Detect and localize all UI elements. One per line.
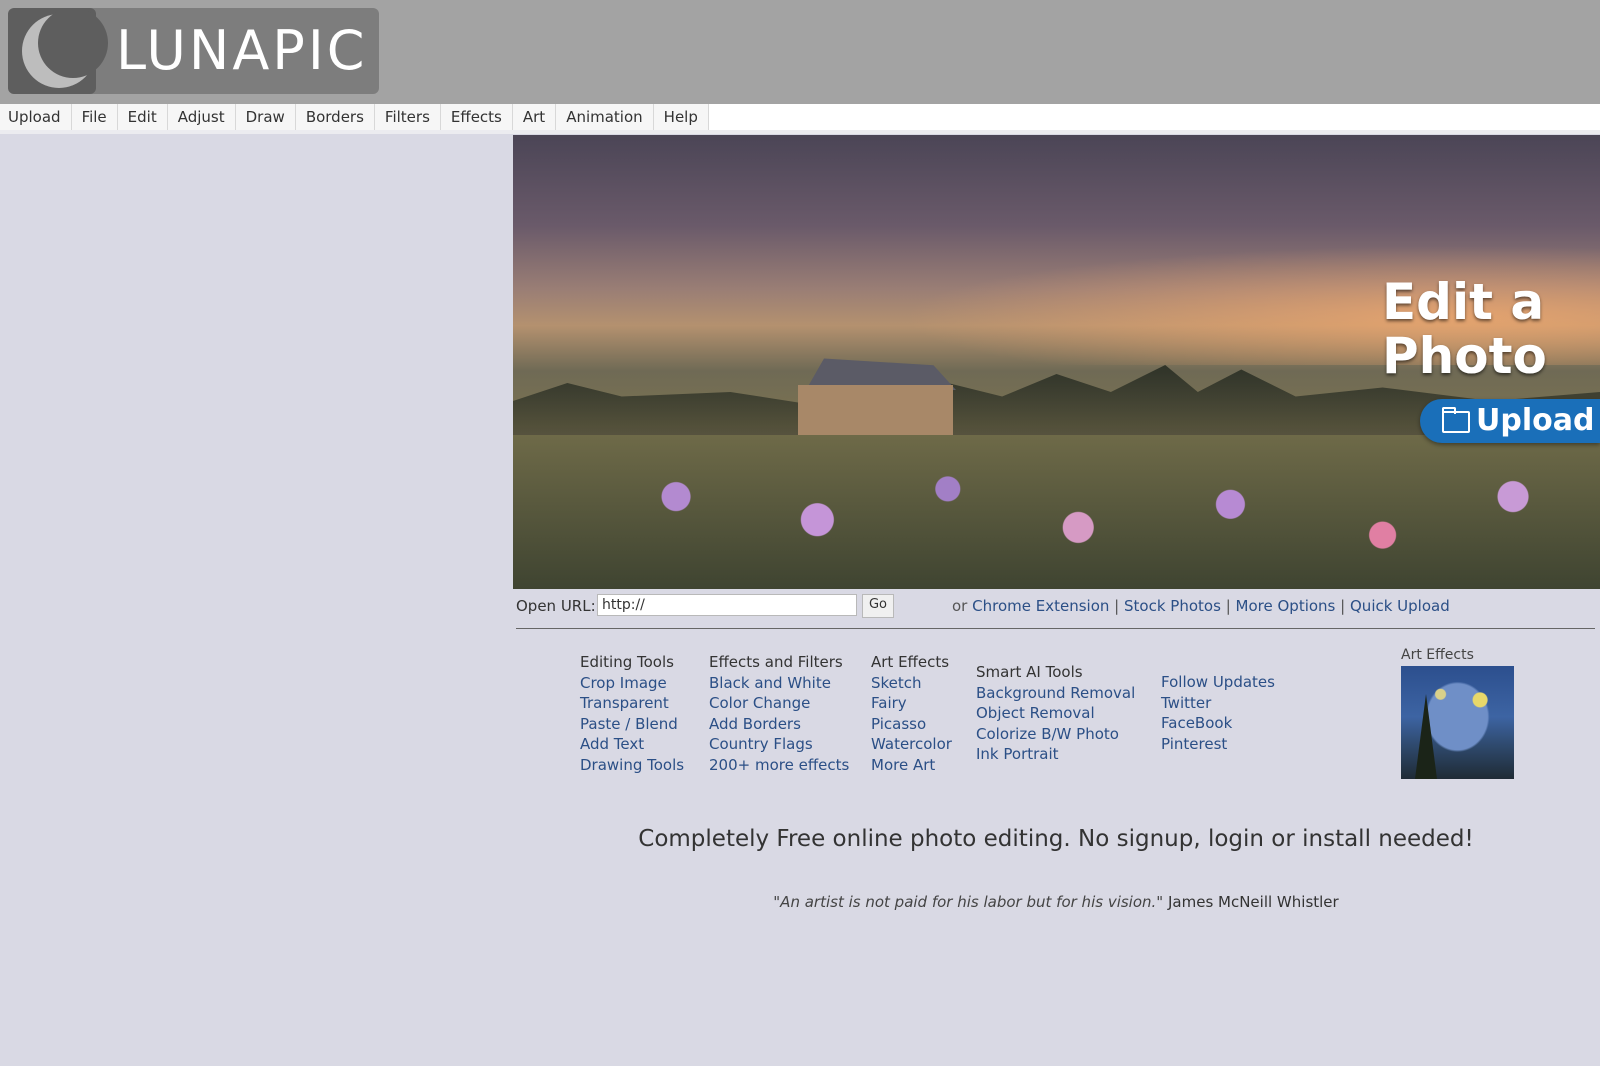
follow-updates-link[interactable]: Follow Updates bbox=[1161, 672, 1275, 693]
menu-upload[interactable]: Upload bbox=[0, 104, 72, 130]
open-url-label: Open URL: bbox=[516, 597, 596, 615]
extra-links: or Chrome Extension | Stock Photos | Mor… bbox=[952, 597, 1450, 615]
menu-file[interactable]: File bbox=[72, 104, 118, 130]
drawing-tools-link[interactable]: Drawing Tools bbox=[580, 755, 684, 776]
menu-effects[interactable]: Effects bbox=[441, 104, 513, 130]
open-url-bar: Open URL: Go or Chrome Extension | Stock… bbox=[516, 594, 1596, 618]
facebook-link[interactable]: FaceBook bbox=[1161, 713, 1275, 734]
menu-draw[interactable]: Draw bbox=[236, 104, 296, 130]
menu-bar: Upload File Edit Adjust Draw Borders Fil… bbox=[0, 104, 1600, 134]
more-effects-link[interactable]: 200+ more effects bbox=[709, 755, 849, 776]
hero-church-image bbox=[798, 345, 956, 445]
add-borders-link[interactable]: Add Borders bbox=[709, 714, 849, 735]
social-column: Follow Updates Twitter FaceBook Pinteres… bbox=[1161, 672, 1275, 754]
smart-ai-tools-column: Smart AI Tools Background Removal Object… bbox=[976, 662, 1135, 765]
hero-title: Edit a Photo bbox=[1382, 275, 1562, 383]
menu-filters[interactable]: Filters bbox=[375, 104, 441, 130]
color-change-link[interactable]: Color Change bbox=[709, 693, 849, 714]
logo-text: LUNAPIC bbox=[116, 19, 368, 82]
pinterest-link[interactable]: Pinterest bbox=[1161, 734, 1275, 755]
column-heading: Art Effects bbox=[871, 653, 950, 671]
twitter-link[interactable]: Twitter bbox=[1161, 693, 1275, 714]
upload-button[interactable]: Upload bbox=[1420, 399, 1600, 443]
editing-tools-column: Editing Tools Crop Image Transparent Pas… bbox=[580, 652, 684, 775]
stock-photos-link[interactable]: Stock Photos bbox=[1124, 597, 1221, 615]
country-flags-link[interactable]: Country Flags bbox=[709, 734, 849, 755]
add-text-link[interactable]: Add Text bbox=[580, 734, 684, 755]
column-heading: Smart AI Tools bbox=[976, 663, 1083, 681]
effects-filters-column: Effects and Filters Black and White Colo… bbox=[709, 652, 849, 775]
lunapic-logo[interactable]: LUNAPIC bbox=[8, 8, 379, 94]
hero-banner: Edit a Photo Upload bbox=[513, 135, 1600, 589]
quick-upload-link[interactable]: Quick Upload bbox=[1350, 597, 1450, 615]
menu-help[interactable]: Help bbox=[654, 104, 709, 130]
menu-art[interactable]: Art bbox=[513, 104, 557, 130]
art-effects-column: Art Effects Sketch Fairy Picasso Waterco… bbox=[871, 652, 952, 775]
moon-logo-icon bbox=[8, 8, 108, 94]
black-and-white-link[interactable]: Black and White bbox=[709, 673, 849, 694]
link-separator: | bbox=[1225, 597, 1231, 615]
background-removal-link[interactable]: Background Removal bbox=[976, 683, 1135, 704]
starry-night-thumbnail[interactable] bbox=[1401, 666, 1514, 779]
paste-blend-link[interactable]: Paste / Blend bbox=[580, 714, 684, 735]
ink-portrait-link[interactable]: Ink Portrait bbox=[976, 744, 1135, 765]
folder-icon bbox=[1442, 407, 1470, 433]
main-menu: Upload File Edit Adjust Draw Borders Fil… bbox=[0, 104, 709, 130]
object-removal-link[interactable]: Object Removal bbox=[976, 703, 1135, 724]
section-divider bbox=[516, 628, 1595, 629]
crop-image-link[interactable]: Crop Image bbox=[580, 673, 684, 694]
tagline: Completely Free online photo editing. No… bbox=[638, 826, 1474, 852]
quote: "An artist is not paid for his labor but… bbox=[516, 893, 1596, 911]
upload-button-label: Upload bbox=[1476, 403, 1595, 438]
hero-lupin-field bbox=[513, 435, 1600, 589]
top-header: LUNAPIC bbox=[0, 0, 1600, 106]
picasso-link[interactable]: Picasso bbox=[871, 714, 952, 735]
colorize-link[interactable]: Colorize B/W Photo bbox=[976, 724, 1135, 745]
link-separator: | bbox=[1340, 597, 1346, 615]
menu-borders[interactable]: Borders bbox=[296, 104, 375, 130]
hero-title-line1: Edit a bbox=[1382, 273, 1545, 331]
quote-text: "An artist is not paid for his labor but… bbox=[773, 893, 1164, 911]
more-options-link[interactable]: More Options bbox=[1236, 597, 1336, 615]
watercolor-link[interactable]: Watercolor bbox=[871, 734, 952, 755]
go-button[interactable]: Go bbox=[862, 594, 894, 618]
quote-author: James McNeill Whistler bbox=[1167, 893, 1339, 911]
menu-adjust[interactable]: Adjust bbox=[168, 104, 236, 130]
column-heading: Editing Tools bbox=[580, 653, 674, 671]
column-heading: Effects and Filters bbox=[709, 653, 843, 671]
url-input[interactable] bbox=[597, 594, 857, 616]
menu-edit[interactable]: Edit bbox=[118, 104, 168, 130]
sketch-link[interactable]: Sketch bbox=[871, 673, 952, 694]
or-text: or bbox=[952, 597, 968, 615]
transparent-link[interactable]: Transparent bbox=[580, 693, 684, 714]
hero-title-line2: Photo bbox=[1382, 327, 1547, 385]
more-art-link[interactable]: More Art bbox=[871, 755, 952, 776]
menu-animation[interactable]: Animation bbox=[556, 104, 654, 130]
art-effects-title: Art Effects bbox=[1401, 647, 1474, 663]
chrome-extension-link[interactable]: Chrome Extension bbox=[972, 597, 1109, 615]
fairy-link[interactable]: Fairy bbox=[871, 693, 952, 714]
art-effects-promo: Art Effects bbox=[1401, 647, 1516, 779]
link-separator: | bbox=[1114, 597, 1120, 615]
